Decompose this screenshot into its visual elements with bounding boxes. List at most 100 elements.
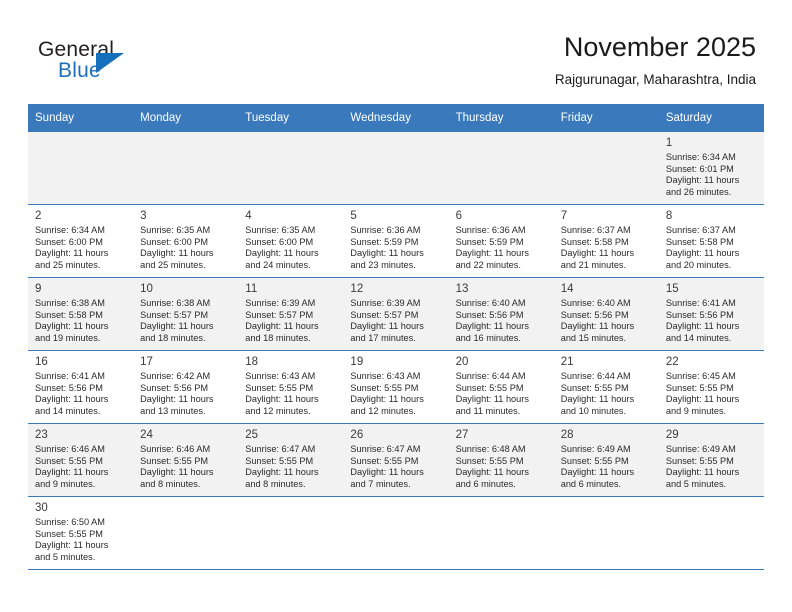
sunrise-text: Sunrise: 6:34 AM [35, 225, 105, 235]
calendar-day-cell[interactable]: 28 Sunrise: 6:49 AM Sunset: 5:55 PM Dayligh… [553, 423, 659, 497]
calendar-cell-inner: 22 Sunrise: 6:45 AM Sunset: 5:55 PM Dayligh… [659, 351, 764, 423]
daylight-text-line1: Daylight: 11 hours [350, 467, 424, 478]
sunrise-text: Sunrise: 6:43 AM [350, 371, 421, 381]
day-number: 16 [35, 356, 48, 368]
sunset-text: Sunset: 5:56 PM [140, 382, 209, 393]
calendar-day-cell[interactable]: 27 Sunrise: 6:48 AM Sunset: 5:55 PM Dayligh… [448, 423, 554, 497]
calendar-cell-inner: 5 Sunrise: 6:36 AM Sunset: 5:59 PM Daylight… [343, 205, 448, 277]
calendar-cell-inner: 19 Sunrise: 6:43 AM Sunset: 5:55 PM Dayligh… [343, 351, 448, 423]
calendar-day-cell[interactable]: 8 Sunrise: 6:37 AM Sunset: 5:58 PM Daylight… [658, 204, 764, 278]
daylight-text-line2: and 9 minutes. [665, 405, 727, 416]
daylight-text-line1: Daylight: 11 hours [665, 248, 740, 259]
sunrise-text: Sunrise: 6:45 AM [665, 371, 736, 381]
calendar-cell-inner: 4 Sunrise: 6:35 AM Sunset: 6:00 PM Daylight… [238, 205, 343, 277]
calendar-day-cell[interactable]: 23 Sunrise: 6:46 AM Sunset: 5:55 PM Dayligh… [28, 423, 134, 497]
calendar-cell-inner [554, 497, 659, 569]
daylight-text-line1: Daylight: 11 hours [140, 394, 214, 405]
daylight-text-line2: and 8 minutes. [140, 478, 201, 489]
daylight-text-line1: Daylight: 11 hours [560, 248, 635, 259]
sunset-text: Sunset: 5:55 PM [35, 455, 103, 466]
calendar-day-cell[interactable]: 12 Sunrise: 6:39 AM Sunset: 5:57 PM Dayligh… [343, 277, 449, 351]
day-details: Sunrise: 6:44 AM Sunset: 5:55 PM Daylight:… [449, 371, 554, 417]
daylight-text-line2: and 7 minutes. [350, 478, 411, 489]
calendar-day-cell[interactable]: 26 Sunrise: 6:47 AM Sunset: 5:55 PM Dayligh… [343, 423, 449, 497]
calendar-cell-empty [343, 132, 449, 205]
daylight-text-line2: and 8 minutes. [245, 478, 306, 489]
sunset-text: Sunset: 5:55 PM [35, 528, 103, 539]
day-number: 3 [140, 210, 147, 222]
daylight-text-line2: and 18 minutes. [140, 332, 206, 343]
calendar-day-cell[interactable]: 17 Sunrise: 6:42 AM Sunset: 5:56 PM Dayligh… [133, 350, 239, 424]
calendar-day-cell[interactable]: 7 Sunrise: 6:37 AM Sunset: 5:58 PM Daylight… [553, 204, 659, 278]
sunset-text: Sunset: 5:55 PM [350, 455, 419, 466]
calendar-cell-inner: 20 Sunrise: 6:44 AM Sunset: 5:55 PM Dayligh… [449, 351, 554, 423]
calendar-day-cell[interactable]: 4 Sunrise: 6:35 AM Sunset: 6:00 PM Daylight… [238, 204, 344, 278]
calendar-day-cell[interactable]: 11 Sunrise: 6:39 AM Sunset: 5:57 PM Dayligh… [238, 277, 344, 351]
day-details: Sunrise: 6:43 AM Sunset: 5:55 PM Daylight:… [238, 371, 343, 417]
day-details: Sunrise: 6:46 AM Sunset: 5:55 PM Daylight:… [28, 444, 133, 490]
calendar-day-cell[interactable]: 14 Sunrise: 6:40 AM Sunset: 5:56 PM Dayligh… [553, 277, 659, 351]
sunrise-text: Sunrise: 6:47 AM [350, 444, 421, 454]
weekday-header-sunday: Sunday [28, 104, 134, 132]
day-details: Sunrise: 6:43 AM Sunset: 5:55 PM Daylight:… [343, 371, 448, 417]
day-number [28, 132, 133, 138]
day-details: Sunrise: 6:38 AM Sunset: 5:58 PM Daylight:… [28, 298, 133, 344]
day-details: Sunrise: 6:40 AM Sunset: 5:56 PM Daylight:… [554, 298, 659, 344]
day-number: 28 [560, 429, 574, 441]
calendar-day-cell[interactable]: 18 Sunrise: 6:43 AM Sunset: 5:55 PM Dayligh… [238, 350, 344, 424]
sunrise-text: Sunrise: 6:35 AM [245, 225, 316, 235]
brand-logo[interactable]: General Blue [38, 38, 238, 90]
calendar-day-cell[interactable]: 29 Sunrise: 6:49 AM Sunset: 5:55 PM Dayligh… [658, 423, 764, 497]
calendar-cell-empty [238, 496, 344, 570]
day-number [238, 132, 343, 138]
calendar-day-cell[interactable]: 15 Sunrise: 6:41 AM Sunset: 5:56 PM Dayligh… [658, 277, 764, 351]
calendar-day-cell[interactable]: 2 Sunrise: 6:34 AM Sunset: 6:00 PM Daylight… [28, 204, 134, 278]
calendar-day-cell[interactable]: 19 Sunrise: 6:43 AM Sunset: 5:55 PM Dayligh… [343, 350, 449, 424]
calendar-day-cell[interactable]: 1 Sunrise: 6:34 AM Sunset: 6:01 PM Daylight… [658, 132, 764, 205]
sunrise-text: Sunrise: 6:36 AM [350, 225, 421, 235]
daylight-text-line2: and 19 minutes. [35, 332, 101, 343]
calendar-day-cell[interactable]: 9 Sunrise: 6:38 AM Sunset: 5:58 PM Daylight… [28, 277, 134, 351]
calendar-day-cell[interactable]: 30 Sunrise: 6:50 AM Sunset: 5:55 PM Dayligh… [28, 496, 134, 570]
sunset-text: Sunset: 5:55 PM [245, 455, 314, 466]
calendar-day-cell[interactable]: 5 Sunrise: 6:36 AM Sunset: 5:59 PM Daylight… [343, 204, 449, 278]
day-number: 25 [245, 429, 259, 441]
sunset-text: Sunset: 5:55 PM [560, 382, 629, 393]
day-details: Sunrise: 6:48 AM Sunset: 5:55 PM Daylight:… [449, 444, 554, 490]
day-number: 14 [560, 283, 574, 295]
day-number [659, 497, 764, 503]
calendar-cell-inner [449, 497, 554, 569]
day-details: Sunrise: 6:46 AM Sunset: 5:55 PM Daylight:… [133, 444, 238, 490]
daylight-text-line2: and 14 minutes. [665, 332, 732, 343]
calendar-day-cell[interactable]: 10 Sunrise: 6:38 AM Sunset: 5:57 PM Dayligh… [133, 277, 239, 351]
calendar-cell-inner [133, 497, 238, 569]
calendar-cell-inner: 17 Sunrise: 6:42 AM Sunset: 5:56 PM Dayligh… [133, 351, 238, 423]
calendar-week-row: 1 Sunrise: 6:34 AM Sunset: 6:01 PM Daylight… [28, 132, 764, 205]
sunrise-text: Sunrise: 6:39 AM [350, 298, 421, 308]
page-subtitle: Rajgurunagar, Maharashtra, India [554, 72, 756, 87]
day-number [449, 497, 554, 503]
calendar-cell-inner [659, 497, 764, 569]
daylight-text-line1: Daylight: 11 hours [245, 321, 319, 332]
calendar-cell-inner: 18 Sunrise: 6:43 AM Sunset: 5:55 PM Dayligh… [238, 351, 343, 423]
calendar-day-cell[interactable]: 25 Sunrise: 6:47 AM Sunset: 5:55 PM Dayligh… [238, 423, 344, 497]
calendar-day-cell[interactable]: 22 Sunrise: 6:45 AM Sunset: 5:55 PM Dayligh… [658, 350, 764, 424]
daylight-text-line1: Daylight: 11 hours [35, 467, 109, 478]
calendar-day-cell[interactable]: 13 Sunrise: 6:40 AM Sunset: 5:56 PM Dayligh… [448, 277, 554, 351]
calendar-day-cell[interactable]: 24 Sunrise: 6:46 AM Sunset: 5:55 PM Dayligh… [133, 423, 239, 497]
calendar-cell-inner: 3 Sunrise: 6:35 AM Sunset: 6:00 PM Daylight… [133, 205, 238, 277]
sunrise-text: Sunrise: 6:40 AM [560, 298, 631, 308]
sunset-text: Sunset: 5:55 PM [665, 382, 734, 393]
calendar-day-cell[interactable]: 21 Sunrise: 6:44 AM Sunset: 5:55 PM Dayligh… [553, 350, 659, 424]
daylight-text-line1: Daylight: 11 hours [560, 467, 635, 478]
calendar-cell-inner [554, 132, 659, 204]
sunrise-text: Sunrise: 6:37 AM [560, 225, 631, 235]
calendar-day-cell[interactable]: 16 Sunrise: 6:41 AM Sunset: 5:56 PM Dayligh… [28, 350, 134, 424]
calendar-day-cell[interactable]: 6 Sunrise: 6:36 AM Sunset: 5:59 PM Daylight… [448, 204, 554, 278]
sunrise-text: Sunrise: 6:40 AM [455, 298, 526, 308]
day-number: 23 [35, 429, 48, 441]
calendar-cell-empty [343, 496, 449, 570]
calendar-day-cell[interactable]: 3 Sunrise: 6:35 AM Sunset: 6:00 PM Daylight… [133, 204, 239, 278]
calendar-page: General Blue November 2025 Rajgurunagar,… [0, 0, 792, 612]
calendar-day-cell[interactable]: 20 Sunrise: 6:44 AM Sunset: 5:55 PM Dayligh… [448, 350, 554, 424]
